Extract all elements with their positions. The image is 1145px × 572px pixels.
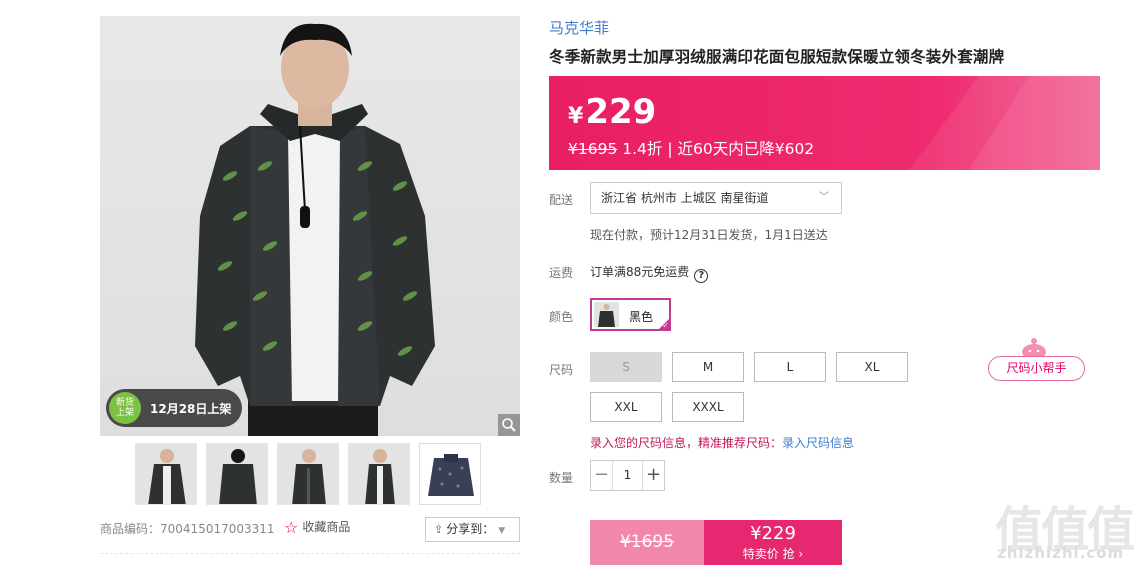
favorite-button[interactable]: ☆ 收藏商品 bbox=[284, 518, 350, 537]
size-option-xxxl[interactable]: XXXL bbox=[672, 392, 744, 422]
quantity-plus-button[interactable]: + bbox=[642, 461, 664, 490]
chevron-down-icon: ▼ bbox=[498, 526, 506, 536]
divider bbox=[100, 553, 520, 554]
sku-code: 商品编码：700415017003311 bbox=[100, 520, 275, 537]
size-input-link[interactable]: 录入尺码信息 bbox=[782, 436, 854, 450]
new-arrival-badge: 新货 上架 12月28日上架 bbox=[106, 389, 242, 427]
site-watermark: 值值值 zhizhizhi.com bbox=[995, 490, 1140, 570]
new-arrival-circle: 新货 上架 bbox=[109, 392, 141, 424]
quantity-input[interactable]: 1 bbox=[613, 461, 642, 490]
new-badge-line2: 上架 bbox=[115, 408, 134, 418]
original-price: ¥1695 bbox=[568, 140, 618, 158]
size-tip-text: 录入您的尺码信息，精准推荐尺码： bbox=[590, 436, 783, 450]
quantity-label: 数量 bbox=[549, 471, 574, 485]
product-title: 冬季新款男士加厚羽绒服满印花面包服短款保暖立领冬装外套潮牌 bbox=[549, 48, 1005, 66]
new-badge-line1: 新货 bbox=[115, 398, 134, 408]
freight-label: 运费 bbox=[549, 266, 574, 280]
launch-date: 12月28日上架 bbox=[150, 402, 232, 416]
watermark-domain: zhizhizhi.com bbox=[997, 544, 1125, 562]
size-option-xxl[interactable]: XXL bbox=[590, 392, 662, 422]
chevron-down-icon: ﹀ bbox=[819, 192, 829, 203]
price-drop-note: | 近60天内已降¥602 bbox=[667, 140, 815, 158]
address-value: 浙江省 杭州市 上城区 南星街道 bbox=[601, 191, 769, 205]
thumbnail-3[interactable] bbox=[277, 443, 339, 505]
size-option-m[interactable]: M bbox=[672, 352, 744, 382]
current-price: ¥229 bbox=[568, 92, 656, 132]
jacket-model-illustration bbox=[195, 23, 435, 436]
color-swatch-image bbox=[594, 302, 619, 327]
original-price-button[interactable]: ¥1695 bbox=[590, 520, 704, 565]
buy-sale-label: 特卖价 抢 › bbox=[742, 547, 804, 561]
size-tip: 录入您的尺码信息，精准推荐尺码：录入尺码信息 bbox=[590, 434, 854, 451]
check-icon: ✓ bbox=[662, 321, 669, 330]
color-option-black[interactable]: 黑色 ✓ bbox=[590, 298, 671, 331]
star-icon: ☆ bbox=[284, 518, 299, 537]
size-option-s[interactable]: S bbox=[590, 352, 662, 382]
size-option-l[interactable]: L bbox=[754, 352, 826, 382]
freight-info: 订单满88元免运费? bbox=[590, 263, 709, 283]
quantity-minus-button[interactable]: − bbox=[591, 461, 613, 490]
share-label: 分享到： bbox=[446, 522, 495, 536]
size-option-xl[interactable]: XL bbox=[836, 352, 908, 382]
thumbnail-2[interactable] bbox=[206, 443, 268, 505]
share-icon: ⇪ bbox=[434, 523, 444, 536]
zoom-icon[interactable] bbox=[498, 414, 520, 436]
currency-symbol: ¥ bbox=[568, 104, 584, 129]
price-value: 229 bbox=[585, 92, 657, 132]
share-button[interactable]: ⇪ 分享到： ▼ bbox=[425, 517, 520, 542]
freight-text: 订单满88元免运费 bbox=[590, 265, 690, 279]
thumbnail-1[interactable] bbox=[135, 443, 197, 505]
thumbnail-5[interactable] bbox=[419, 443, 481, 505]
address-selector[interactable]: 浙江省 杭州市 上城区 南星街道 ﹀ bbox=[590, 182, 842, 214]
delivery-label: 配送 bbox=[549, 193, 574, 207]
color-option-label: 黑色 bbox=[629, 310, 654, 324]
sku-code-value: 700415017003311 bbox=[160, 522, 275, 536]
color-label: 颜色 bbox=[549, 310, 574, 324]
favorite-label: 收藏商品 bbox=[302, 520, 351, 534]
buy-sale-price: ¥229 bbox=[750, 523, 796, 544]
buy-original-price: ¥1695 bbox=[619, 532, 675, 552]
shipping-estimate: 现在付款，预计12月31日发货，1月1日送达 bbox=[590, 228, 828, 242]
price-detail: ¥1695 1.4折 | 近60天内已降¥602 bbox=[568, 137, 814, 159]
buy-now-button[interactable]: ¥229 特卖价 抢 › bbox=[704, 520, 842, 565]
size-label: 尺码 bbox=[549, 363, 574, 377]
thumbnail-4[interactable] bbox=[348, 443, 410, 505]
help-icon[interactable]: ? bbox=[694, 269, 709, 283]
discount-rate: 1.4折 bbox=[622, 140, 663, 158]
brand-link[interactable]: 马克华菲 bbox=[549, 17, 609, 38]
price-panel: ¥229 ¥1695 1.4折 | 近60天内已降¥602 bbox=[549, 76, 1100, 170]
size-helper-button[interactable]: 尺码小帮手 bbox=[988, 356, 1085, 381]
product-main-image[interactable]: 新货 上架 12月28日上架 bbox=[100, 16, 520, 436]
quantity-stepper: − 1 + bbox=[590, 460, 665, 491]
sku-code-label: 商品编码： bbox=[100, 522, 161, 536]
